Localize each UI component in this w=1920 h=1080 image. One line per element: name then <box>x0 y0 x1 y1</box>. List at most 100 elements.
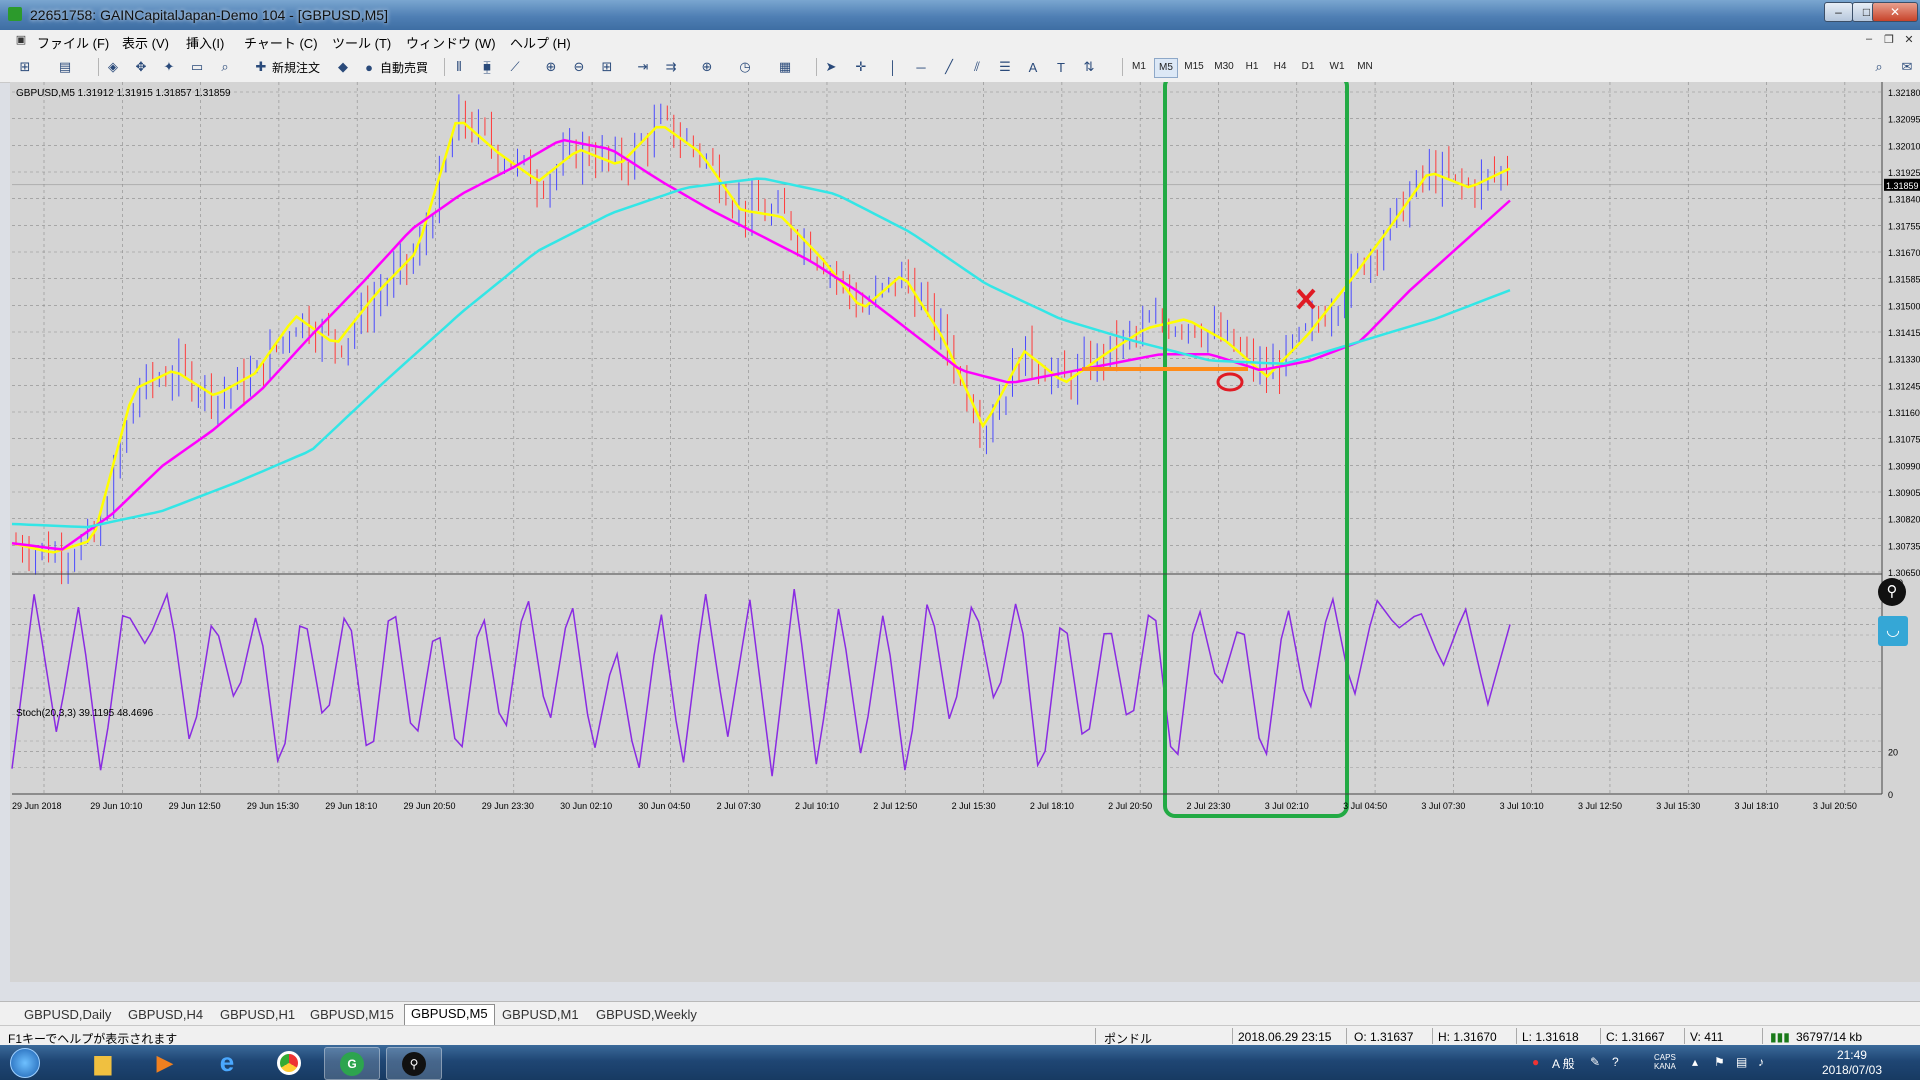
start-button[interactable] <box>2 1047 48 1078</box>
tray-help-icon[interactable]: ? <box>1612 1055 1619 1069</box>
strategy-tester-icon[interactable]: ⌕ <box>216 58 234 76</box>
tray-network-icon[interactable]: ▤ <box>1736 1055 1747 1069</box>
data-window-icon[interactable]: ✥ <box>132 58 150 76</box>
tab-gbpusd-m1[interactable]: GBPUSD,M1 <box>496 1006 585 1024</box>
menu-chart[interactable]: チャート (C) <box>244 33 318 52</box>
tray-volume-icon[interactable]: ♪ <box>1758 1055 1764 1069</box>
candlestick-icon[interactable]: ⧯ <box>478 58 496 76</box>
time-tick-label: 29 Jun 10:10 <box>90 801 142 811</box>
tf-w1-button[interactable]: W1 <box>1324 58 1350 76</box>
menu-insert[interactable]: 挿入(I) <box>186 33 224 52</box>
price-tick-label: 1.31755 <box>1888 221 1920 231</box>
tf-m15-button[interactable]: M15 <box>1180 58 1208 76</box>
chat-icon[interactable]: ✉ <box>1898 58 1916 76</box>
auto-trading-icon[interactable]: ● <box>360 58 378 76</box>
price-tick-label: 1.31330 <box>1888 355 1920 365</box>
overlay-widget-icon[interactable]: ◡ <box>1878 616 1908 646</box>
text-label-icon[interactable]: T <box>1052 58 1070 76</box>
zoom-out-icon[interactable]: ⊖ <box>570 58 588 76</box>
arrows-icon[interactable]: ⇅ <box>1080 58 1098 76</box>
search-icon[interactable]: ⌕ <box>1870 58 1888 76</box>
tab-gbpusd-m5[interactable]: GBPUSD,M5 <box>404 1004 495 1026</box>
channel-icon[interactable]: ⫽ <box>968 58 986 76</box>
tray-ime-tools-icon[interactable]: ✎ <box>1590 1055 1600 1069</box>
time-tick-label: 2 Jul 23:30 <box>1186 801 1230 811</box>
crosshair-icon[interactable]: ✛ <box>852 58 870 76</box>
new-chart-icon[interactable]: ⊞ <box>16 58 34 76</box>
time-tick-label: 29 Jun 23:30 <box>482 801 534 811</box>
tray-alert-icon[interactable]: ● <box>1532 1055 1539 1069</box>
zoom-in-icon[interactable]: ⊕ <box>542 58 560 76</box>
taskbar-ie[interactable]: e <box>200 1047 254 1078</box>
taskbar-clock[interactable]: 21:49 2018/07/03 <box>1822 1048 1882 1078</box>
horizontal-line-icon[interactable]: ─ <box>912 58 930 76</box>
terminal-icon[interactable]: ▭ <box>188 58 206 76</box>
stoch-tick-label: 20 <box>1888 748 1898 758</box>
tf-m1-button[interactable]: M1 <box>1128 58 1150 76</box>
chart-window[interactable]: 1.32180 1.32095 1.32010 1.31925 1.31840 1.317… <box>10 82 1920 982</box>
menu-view[interactable]: 表示 (V) <box>122 33 169 52</box>
ime-indicator[interactable]: A 般 <box>1552 1055 1575 1072</box>
price-tick-label: 1.31840 <box>1888 195 1920 205</box>
metaeditor-icon[interactable]: ◆ <box>334 58 352 76</box>
price-tick-label: 1.31500 <box>1888 301 1920 311</box>
new-order-button[interactable]: 新規注文 <box>272 59 320 76</box>
menu-help[interactable]: ヘルプ (H) <box>510 33 571 52</box>
tf-d1-button[interactable]: D1 <box>1296 58 1320 76</box>
navigator-icon[interactable]: ✦ <box>160 58 178 76</box>
tab-gbpusd-m15[interactable]: GBPUSD,M15 <box>304 1006 400 1024</box>
periods-icon[interactable]: ◷ <box>736 58 754 76</box>
bar-chart-icon[interactable]: ⫴ <box>450 58 468 76</box>
chart-canvas[interactable]: 1.32180 1.32095 1.32010 1.31925 1.31840 1.317… <box>10 82 1920 982</box>
tab-gbpusd-daily[interactable]: GBPUSD,Daily <box>18 1006 117 1024</box>
market-watch-icon[interactable]: ◈ <box>104 58 122 76</box>
tf-m5-button[interactable]: M5 <box>1154 58 1178 78</box>
tab-gbpusd-h1[interactable]: GBPUSD,H1 <box>214 1006 301 1024</box>
taskbar-tradingview[interactable]: ⚲ <box>386 1047 442 1080</box>
taskbar-media-player[interactable]: ▶ <box>138 1047 192 1078</box>
menu-file[interactable]: ファイル (F) <box>37 33 109 52</box>
profiles-icon[interactable]: ▤ <box>56 58 74 76</box>
menu-tools[interactable]: ツール (T) <box>332 33 391 52</box>
tile-windows-icon[interactable]: ⊞ <box>598 58 616 76</box>
tab-gbpusd-weekly[interactable]: GBPUSD,Weekly <box>590 1006 703 1024</box>
templates-icon[interactable]: ▦ <box>776 58 794 76</box>
mdi-minimize-icon[interactable]: – <box>1862 33 1876 47</box>
time-tick-label: 29 Jun 20:50 <box>403 801 455 811</box>
tradingview-pin-icon[interactable]: ⚲ <box>1878 578 1906 606</box>
status-high: H: 1.31670 <box>1438 1030 1497 1044</box>
mdi-restore-icon[interactable]: ❐ <box>1882 33 1896 47</box>
time-tick-label: 3 Jul 18:10 <box>1735 801 1779 811</box>
trendline-icon[interactable]: ╱ <box>940 58 958 76</box>
fibonacci-icon[interactable]: ☰ <box>996 58 1014 76</box>
document-icon[interactable]: ▣ <box>14 33 28 47</box>
price-tick-label: 1.30905 <box>1888 488 1920 498</box>
time-tick-label: 29 Jun 15:30 <box>247 801 299 811</box>
window-title-bar[interactable]: 22651758: GAINCapitalJapan-Demo 104 - [G… <box>0 0 1920 30</box>
menu-window[interactable]: ウィンドウ (W) <box>406 33 496 52</box>
chart-shift-icon[interactable]: ⇥ <box>634 58 652 76</box>
tf-m30-button[interactable]: M30 <box>1210 58 1238 76</box>
minimize-button[interactable]: – <box>1824 2 1853 22</box>
tray-flag-icon[interactable]: ⚑ <box>1714 1055 1725 1069</box>
indicators-icon[interactable]: ⊕ <box>698 58 716 76</box>
taskbar-explorer[interactable]: ▆ <box>76 1047 130 1078</box>
line-chart-icon[interactable]: ⟋ <box>506 58 524 76</box>
text-icon[interactable]: A <box>1024 58 1042 76</box>
taskbar-chrome[interactable] <box>262 1047 316 1078</box>
tf-h1-button[interactable]: H1 <box>1240 58 1264 76</box>
tf-mn-button[interactable]: MN <box>1352 58 1378 76</box>
new-order-icon[interactable]: ✚ <box>252 58 270 76</box>
autoscroll-icon[interactable]: ⇉ <box>662 58 680 76</box>
auto-trading-button[interactable]: 自動売買 <box>380 59 428 76</box>
vertical-line-icon[interactable]: │ <box>884 58 902 76</box>
tray-expand-icon[interactable]: ▴ <box>1692 1055 1698 1069</box>
taskbar-mt4[interactable]: G <box>324 1047 380 1080</box>
time-tick-label: 30 Jun 04:50 <box>638 801 690 811</box>
mdi-close-icon[interactable]: ✕ <box>1902 33 1916 47</box>
close-button[interactable]: ✕ <box>1872 2 1918 22</box>
cursor-icon[interactable]: ➤ <box>822 58 840 76</box>
tab-gbpusd-h4[interactable]: GBPUSD,H4 <box>122 1006 209 1024</box>
tf-h4-button[interactable]: H4 <box>1268 58 1292 76</box>
time-tick-label: 2 Jul 18:10 <box>1030 801 1074 811</box>
